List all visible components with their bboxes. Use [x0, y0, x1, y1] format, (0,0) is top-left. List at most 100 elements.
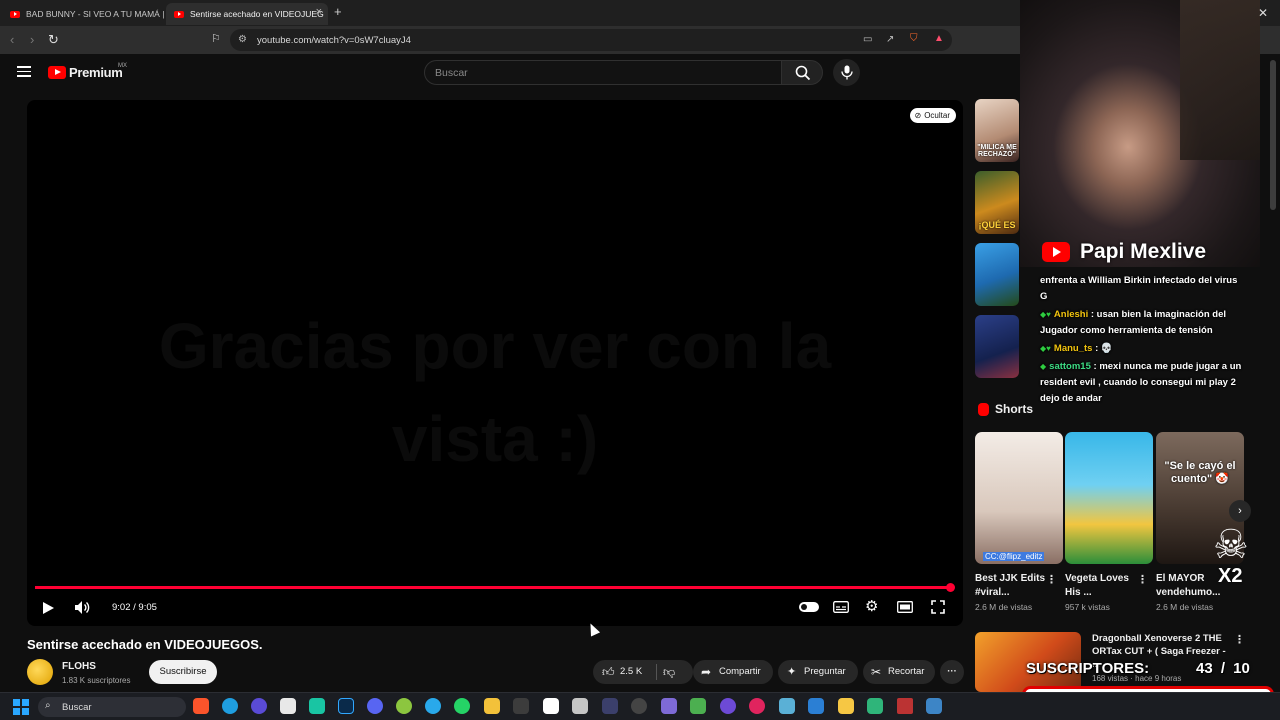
like-dislike-group: 👍︎ 2.5 K 👎︎	[593, 660, 693, 684]
play-icon[interactable]	[41, 601, 55, 615]
chat-message: ◆ sattom15 : mexi nunca me pude jugar a u…	[1040, 359, 1246, 407]
short-thumbnail[interactable]: CC:@flipz_editz	[975, 432, 1063, 564]
voice-search-button[interactable]	[833, 59, 860, 86]
logo-text[interactable]: Premium	[69, 65, 123, 80]
short-menu-icon[interactable]: ⋮	[1046, 573, 1057, 586]
brave-browser-icon[interactable]	[193, 698, 209, 714]
short-menu-icon[interactable]: ⋮	[1137, 573, 1148, 586]
epic-games-icon[interactable]	[543, 698, 559, 714]
back-icon[interactable]: ‹	[10, 32, 14, 47]
app-icon[interactable]	[572, 698, 588, 714]
video-player[interactable]: Gracias por ver con la vista :) ⊘ Oculta…	[27, 100, 963, 626]
reload-icon[interactable]: ↻	[48, 32, 59, 48]
sticky-notes-icon[interactable]	[838, 698, 854, 714]
more-actions-button[interactable]: ···	[940, 660, 964, 684]
logo-country-code: MX	[118, 63, 127, 69]
short-thumbnail[interactable]	[1065, 432, 1153, 564]
bookmark-icon[interactable]: ⚐	[211, 32, 221, 45]
chat-username: sattom15	[1049, 361, 1091, 372]
youtube-logo-icon	[1042, 242, 1070, 262]
ask-button[interactable]: ✦ Preguntar	[778, 660, 858, 684]
taskbar-search[interactable]: ⌕ Buscar	[38, 697, 186, 717]
search-button[interactable]	[781, 60, 823, 85]
recommended-menu-icon[interactable]: ⋮	[1234, 633, 1245, 646]
telegram-icon[interactable]	[425, 698, 441, 714]
share-icon[interactable]: ↗	[886, 34, 894, 45]
app-icon[interactable]	[602, 698, 618, 714]
obs-icon[interactable]	[631, 698, 647, 714]
share-button[interactable]: ➦ Compartir	[693, 660, 773, 684]
subtitles-icon[interactable]	[833, 601, 849, 613]
rewards-icon[interactable]: ▲	[934, 33, 944, 44]
new-tab-button[interactable]: +	[334, 4, 342, 19]
page-scrollbar[interactable]	[1270, 60, 1276, 210]
volume-icon[interactable]	[74, 600, 91, 615]
photoshop-icon[interactable]	[338, 698, 354, 714]
short-title[interactable]: Vegeta Loves His ...	[1065, 572, 1137, 599]
site-settings-icon[interactable]: ⚙	[238, 34, 247, 45]
window-close-icon[interactable]: ✕	[1258, 6, 1268, 20]
close-tab-icon[interactable]: ×	[316, 6, 322, 18]
chat-badge-icon: ◆♥	[1040, 344, 1051, 353]
hide-button[interactable]: ⊘ Ocultar	[909, 108, 956, 123]
app-icon[interactable]	[749, 698, 765, 714]
vivaldi-icon[interactable]	[251, 698, 267, 714]
chat-message: ◆♥ Manu_ts : 💀	[1040, 341, 1246, 357]
recommended-thumbnail[interactable]: "MILICA ME RECHAZÓ"	[975, 99, 1019, 162]
sparkle-icon: ✦	[787, 666, 797, 678]
app-icon[interactable]	[720, 698, 736, 714]
app-icon[interactable]	[513, 698, 529, 714]
channel-name[interactable]: FLOHS	[62, 661, 96, 672]
autoplay-toggle[interactable]	[799, 602, 819, 612]
theater-mode-icon[interactable]	[897, 601, 913, 613]
app-icon[interactable]	[309, 698, 325, 714]
short-title[interactable]: Best JJK Edits #viral...	[975, 572, 1047, 599]
recommended-thumbnail[interactable]	[975, 315, 1019, 378]
recommended-thumbnail[interactable]: ¡QUÉ ES	[975, 171, 1019, 234]
cast-icon[interactable]: ▭	[863, 34, 872, 45]
subscriber-goal-label: SUSCRIPTORES:	[1026, 660, 1150, 677]
thumbs-up-icon[interactable]: 👍︎	[602, 660, 615, 684]
app-icon[interactable]	[808, 698, 824, 714]
recommended-thumbnail[interactable]	[975, 243, 1019, 306]
settings-gear-icon[interactable]: ⚙	[865, 597, 878, 615]
progress-bar[interactable]	[35, 586, 951, 589]
chat-badge-icon: ◆	[1040, 362, 1047, 371]
whatsapp-icon[interactable]	[454, 698, 470, 714]
channel-avatar[interactable]	[27, 659, 53, 685]
app-icon[interactable]	[897, 698, 913, 714]
tab-sentirse-acechado[interactable]: Sentirse acechado en VIDEOJUEG ×	[166, 3, 328, 25]
discord-icon[interactable]	[367, 698, 383, 714]
subscribe-button[interactable]: Suscribirse	[149, 660, 217, 684]
app-icon[interactable]	[690, 698, 706, 714]
shorts-next-button[interactable]: ›	[1229, 500, 1251, 522]
forward-icon[interactable]: ›	[30, 32, 34, 47]
search-input[interactable]: Buscar	[424, 60, 782, 85]
app-icon[interactable]	[779, 698, 795, 714]
file-explorer-icon[interactable]	[484, 698, 500, 714]
brave-shield-icon[interactable]: ⛉	[910, 33, 918, 44]
fullscreen-icon[interactable]	[931, 600, 945, 614]
tab-bad-bunny[interactable]: BAD BUNNY - SI VEO A TU MAMÁ | Y	[2, 3, 164, 25]
app-icon[interactable]	[926, 698, 942, 714]
youtube-favicon-icon	[174, 10, 184, 18]
share-arrow-icon: ➦	[701, 665, 712, 679]
clip-button[interactable]: ✂ Recortar	[863, 660, 935, 684]
shorts-heading: Shorts	[995, 402, 1034, 416]
chat-message: enfrenta a William Birkin infectado del …	[1040, 273, 1246, 305]
app-icon[interactable]	[396, 698, 412, 714]
scrubber-handle[interactable]	[946, 583, 956, 592]
hamburger-menu-icon[interactable]	[17, 66, 31, 77]
subscriber-count: 1.83 K suscriptores	[62, 676, 131, 685]
edge-browser-icon[interactable]	[222, 698, 238, 714]
windows-start-icon[interactable]	[13, 699, 29, 715]
youtube-logo-icon[interactable]	[48, 66, 66, 79]
like-count[interactable]: 2.5 K	[620, 660, 642, 684]
app-icon[interactable]	[867, 698, 883, 714]
short-views: 2.6 M de vistas	[1156, 602, 1214, 612]
url-bar[interactable]: ⚙ youtube.com/watch?v=0sW7cluayJ4 ▭ ↗ ⛉ …	[230, 29, 952, 51]
tab-label: Sentirse acechado en VIDEOJUEG	[190, 9, 324, 19]
capcut-icon[interactable]	[280, 698, 296, 714]
app-icon[interactable]	[661, 698, 677, 714]
thumbs-down-icon[interactable]: 👎︎	[663, 660, 675, 684]
